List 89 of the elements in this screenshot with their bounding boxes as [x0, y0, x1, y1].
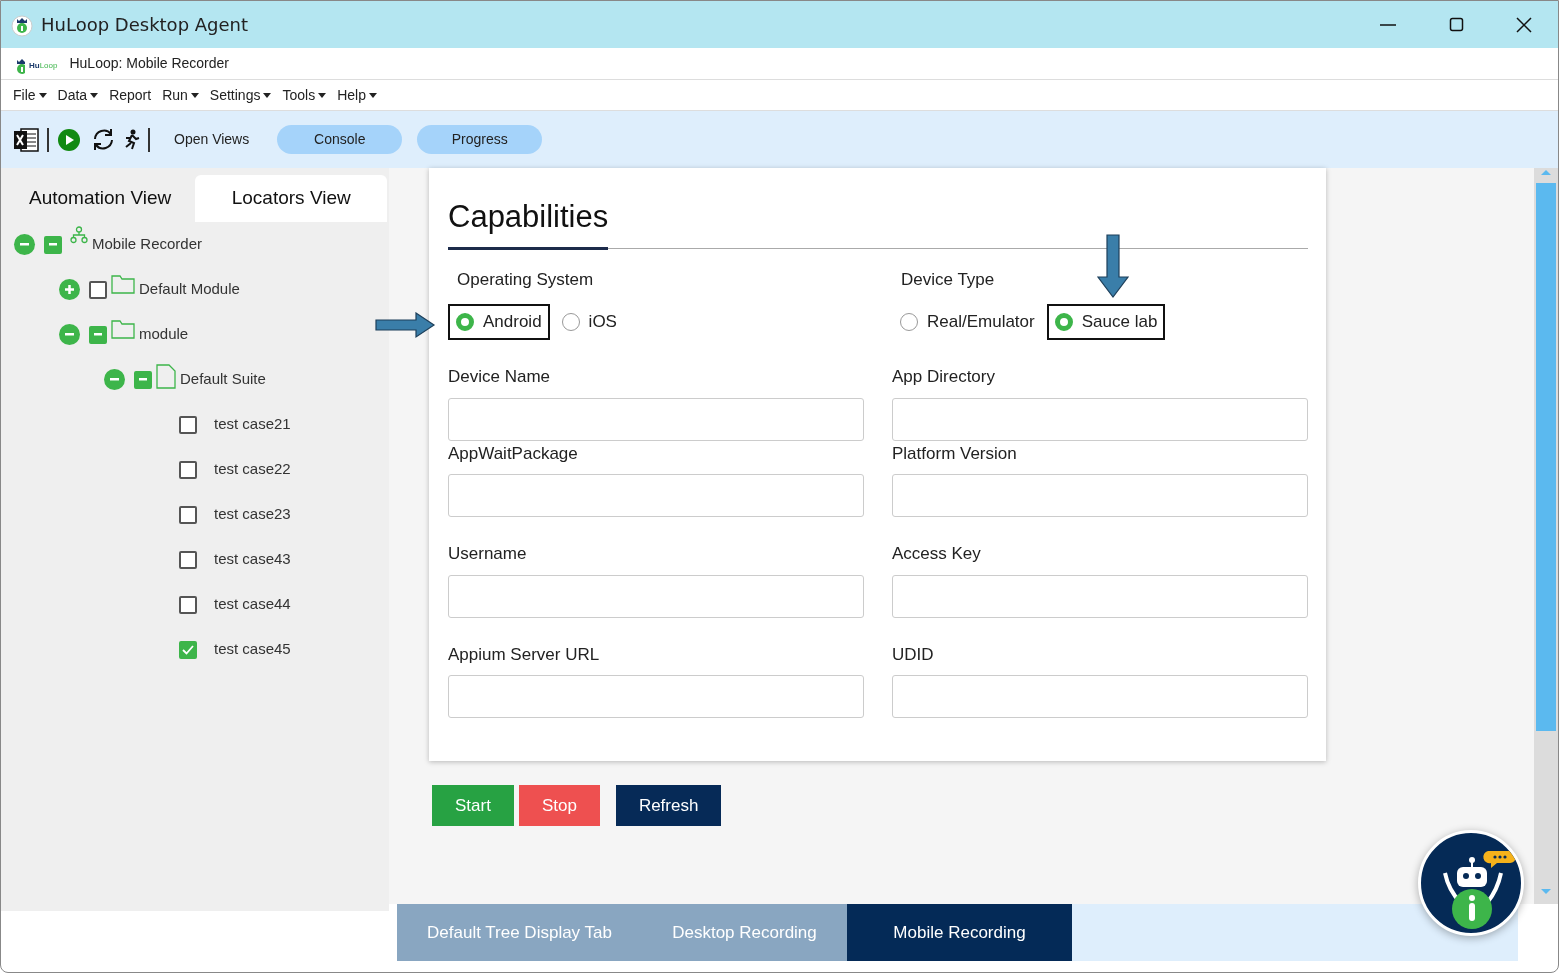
hierarchy-icon — [70, 226, 88, 244]
folder-icon — [111, 319, 135, 339]
radio-option[interactable]: iOS — [553, 304, 625, 340]
tree-item[interactable]: Default Module — [139, 278, 240, 301]
view-tab[interactable]: Locators View — [195, 175, 388, 222]
minus-icon — [65, 333, 74, 336]
radio-button[interactable] — [1054, 313, 1073, 331]
tree-checkbox[interactable] — [179, 550, 197, 569]
radio-button[interactable] — [561, 313, 580, 331]
input-field[interactable] — [892, 574, 1308, 618]
action-button[interactable]: Stop — [518, 785, 600, 826]
tree-checkbox[interactable] — [179, 415, 197, 434]
minus-icon — [139, 378, 147, 381]
minus-icon — [49, 243, 57, 246]
refresh-icon[interactable] — [91, 127, 116, 152]
input-field[interactable] — [892, 474, 1308, 517]
folder-icon — [111, 274, 135, 294]
input-field[interactable] — [448, 675, 864, 718]
menu-item[interactable]: Run — [162, 84, 199, 106]
menu-item[interactable]: Report — [109, 84, 152, 106]
field-label: Username — [448, 543, 528, 565]
group-label: Device Type — [901, 268, 996, 291]
scroll-down-icon[interactable] — [1540, 888, 1552, 896]
toolbar-button[interactable]: Progress — [417, 125, 543, 154]
input-field[interactable] — [448, 474, 864, 517]
field-label: UDID — [892, 643, 935, 666]
field-label: AppWaitPackage — [448, 442, 579, 465]
radio-button[interactable] — [900, 313, 918, 331]
field-label: Device Name — [448, 366, 552, 388]
menu-item[interactable]: Tools — [282, 84, 327, 106]
action-button[interactable]: Refresh — [615, 785, 722, 826]
input-field[interactable] — [892, 675, 1308, 718]
tree-checkbox[interactable] — [179, 640, 197, 659]
radio-button[interactable] — [456, 313, 474, 331]
tree-item[interactable]: Default Suite — [180, 368, 266, 391]
collapse-toggle[interactable] — [59, 324, 80, 345]
menu-item[interactable]: Help — [337, 84, 377, 106]
tree-item[interactable]: test case44 — [214, 593, 291, 616]
tree-item[interactable]: test case22 — [214, 458, 291, 481]
group-label: Operating System — [457, 268, 595, 291]
bottom-tab[interactable]: Mobile Recording — [847, 904, 1072, 961]
minus-icon — [20, 243, 29, 246]
tree-item[interactable]: test case45 — [214, 638, 291, 661]
tree-checkbox[interactable] — [179, 595, 197, 614]
app-logo-icon — [11, 12, 33, 37]
play-icon[interactable] — [57, 127, 81, 152]
minus-icon — [110, 378, 119, 381]
tree-checkbox[interactable] — [89, 280, 107, 299]
expand-toggle[interactable] — [59, 279, 80, 300]
field-label: Access Key — [892, 543, 982, 565]
radio-option[interactable]: Real/Emulator — [892, 304, 1043, 340]
tree-checkbox[interactable] — [89, 325, 107, 344]
minimize-icon — [1380, 23, 1396, 26]
field-label: Platform Version — [892, 442, 1018, 465]
tree-checkbox[interactable] — [179, 505, 197, 524]
scrollbar[interactable] — [1534, 168, 1558, 904]
tree-item[interactable]: test case43 — [214, 548, 291, 571]
minus-icon — [94, 333, 102, 336]
close-icon — [1516, 16, 1532, 33]
tree-item[interactable]: module — [139, 323, 189, 346]
field-label: App Directory — [892, 366, 996, 388]
toolbar-button[interactable]: Console — [277, 125, 403, 154]
view-tab[interactable]: Automation View — [5, 175, 196, 222]
document-icon — [156, 364, 176, 389]
menu-item[interactable]: Settings — [209, 84, 272, 106]
logo-text: HuLoop — [29, 60, 58, 72]
collapse-toggle[interactable] — [14, 234, 35, 255]
input-field[interactable] — [448, 397, 864, 441]
maximize-icon — [1448, 17, 1464, 32]
card-title: Capabilities — [448, 194, 609, 250]
check-icon — [182, 644, 194, 655]
tree-checkbox[interactable] — [134, 370, 152, 389]
menu-item[interactable]: File — [13, 84, 47, 106]
tree-item[interactable]: test case23 — [214, 503, 291, 526]
open-views-button[interactable]: Open Views — [168, 128, 256, 151]
spreadsheet-icon[interactable] — [13, 126, 39, 153]
window-title: HuLoop Desktop Agent — [41, 13, 249, 37]
menu-item[interactable]: Data — [57, 84, 99, 106]
tree-checkbox[interactable] — [44, 235, 62, 254]
runner-icon[interactable] — [123, 129, 140, 150]
collapse-toggle[interactable] — [104, 369, 125, 390]
tree-item[interactable]: Mobile Recorder — [92, 233, 203, 256]
plus-icon — [65, 285, 74, 294]
input-field[interactable] — [448, 574, 864, 618]
tree-item[interactable]: test case21 — [214, 413, 291, 436]
field-label: Appium Server URL — [448, 643, 601, 666]
tree-checkbox[interactable] — [179, 460, 197, 479]
input-field[interactable] — [892, 397, 1308, 441]
app-title: HuLoop: Mobile Recorder — [69, 54, 229, 73]
